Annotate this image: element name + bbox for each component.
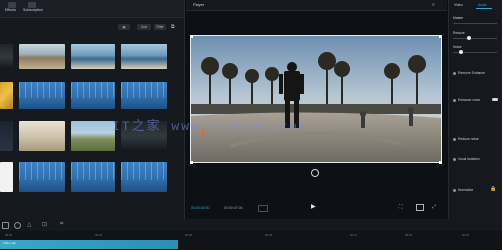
- tab-effects[interactable]: Effects: [5, 8, 16, 12]
- timecode-total: 00:00:07:00: [224, 206, 243, 210]
- slider-knob[interactable]: [467, 36, 471, 40]
- section-vocal-isolation[interactable]: Vocal isolation: [458, 157, 480, 161]
- ruler-tick: 00:06: [185, 233, 192, 237]
- lock-icon[interactable]: 🔒: [490, 186, 496, 192]
- sort-button[interactable]: Sort: [137, 24, 151, 30]
- timecode-current: 00:00:00:00: [191, 206, 210, 210]
- section-enhance-voice[interactable]: Enhance voice: [458, 98, 480, 102]
- menu-icon[interactable]: ≡: [432, 2, 435, 8]
- media-thumbnail[interactable]: [0, 162, 13, 192]
- section-bullet: [453, 138, 456, 141]
- slider-track[interactable]: [453, 23, 497, 24]
- media-thumbnail[interactable]: [71, 121, 115, 151]
- view-toggle-button[interactable]: ▦: [118, 24, 130, 30]
- section-normalize[interactable]: Normalize: [458, 188, 473, 192]
- audio-thumbnail[interactable]: [19, 82, 65, 109]
- active-tab-indicator: [476, 8, 492, 9]
- skatepark-scene: [191, 36, 441, 162]
- ruler-tick: 00:00: [5, 233, 12, 237]
- audio-thumbnail[interactable]: [121, 82, 167, 109]
- tab-audio[interactable]: Audio: [478, 3, 487, 7]
- slider-track[interactable]: [453, 38, 497, 39]
- ruler-tick: 00:12: [350, 233, 357, 237]
- delete-icon[interactable]: ⊡: [42, 221, 47, 228]
- fit-icon[interactable]: ⛶: [399, 204, 403, 210]
- redo-icon[interactable]: [14, 222, 21, 229]
- media-thumbnail[interactable]: [0, 82, 13, 109]
- crop-icon[interactable]: ⌗: [60, 221, 63, 228]
- row-reduce: Reduce: [453, 31, 465, 35]
- ratio-icon[interactable]: [258, 205, 268, 212]
- filter-button[interactable]: Filter: [154, 24, 166, 30]
- section-reduce-noise[interactable]: Reduce noise: [458, 137, 479, 141]
- ruler-tick: 00:18: [462, 233, 469, 237]
- toggle-switch[interactable]: [492, 98, 498, 101]
- tab-subscription[interactable]: Subscription: [23, 8, 43, 12]
- video-preview[interactable]: [190, 35, 442, 163]
- section-bullet: [453, 99, 456, 102]
- media-thumbnail[interactable]: [0, 121, 13, 151]
- ruler-tick: 00:09: [265, 233, 272, 237]
- audio-thumbnail[interactable]: [121, 162, 167, 192]
- section-remove-enhance[interactable]: Remove Enhance: [458, 71, 485, 75]
- fullscreen-icon[interactable]: ⤢: [432, 204, 436, 210]
- audio-thumbnail[interactable]: [71, 162, 115, 192]
- media-thumbnail[interactable]: [121, 44, 167, 69]
- section-bullet: [453, 189, 456, 192]
- timeline-toolbar: [0, 219, 502, 231]
- player-header: [186, 0, 447, 11]
- player-title: Player: [193, 2, 205, 7]
- row-noise: Noise: [453, 45, 462, 49]
- slider-knob[interactable]: [459, 50, 463, 54]
- ruler-tick: 00:15: [405, 233, 412, 237]
- layout-icon[interactable]: ⧉: [171, 24, 177, 30]
- rotate-handle[interactable]: [311, 169, 319, 177]
- undo-icon[interactable]: [2, 222, 9, 229]
- snapshot-icon[interactable]: [416, 204, 424, 211]
- section-bullet: [453, 158, 456, 161]
- clip-label: Video clip: [3, 241, 16, 245]
- play-button[interactable]: ▶: [311, 203, 316, 210]
- crop-handle[interactable]: [190, 161, 193, 164]
- media-thumbnail[interactable]: [19, 121, 65, 151]
- timeline-clip[interactable]: Video clip: [0, 240, 178, 249]
- ruler-tick: 00:03: [95, 233, 102, 237]
- watermark: IT之家 www.ithome.com: [112, 119, 309, 134]
- section-bullet: [453, 72, 456, 75]
- media-thumbnail[interactable]: [71, 44, 115, 69]
- split-icon[interactable]: △: [27, 221, 32, 228]
- row-master: Master: [453, 16, 464, 20]
- media-thumbnail[interactable]: [19, 44, 65, 69]
- tab-video[interactable]: Video: [454, 3, 463, 7]
- crop-handle[interactable]: [439, 161, 442, 164]
- crop-handle[interactable]: [439, 35, 442, 38]
- audio-thumbnail[interactable]: [19, 162, 65, 192]
- audio-thumbnail[interactable]: [71, 82, 115, 109]
- crop-handle[interactable]: [190, 35, 193, 38]
- media-thumbnail[interactable]: [0, 44, 13, 69]
